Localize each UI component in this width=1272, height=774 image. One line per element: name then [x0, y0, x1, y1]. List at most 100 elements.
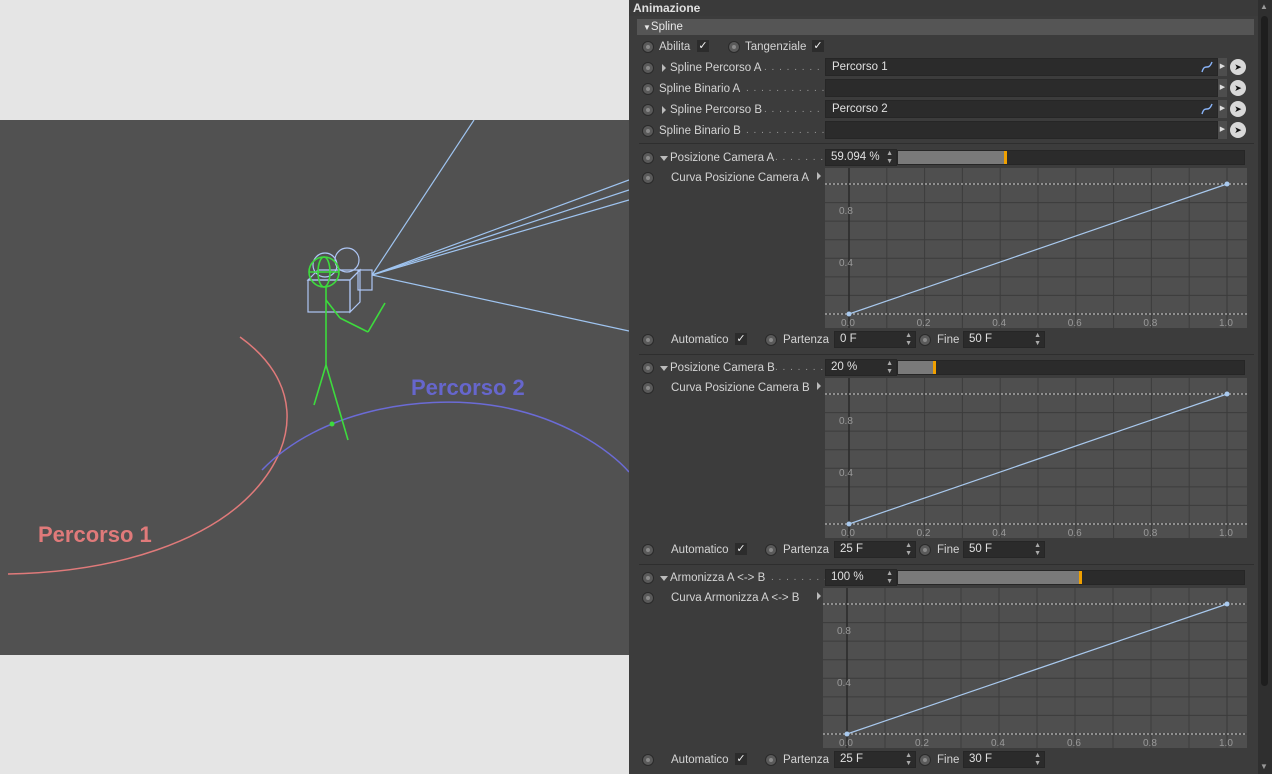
spline-percorso-b-label: Spline Percorso B — [670, 104, 763, 116]
partenza-a-anim-toggle[interactable] — [765, 334, 777, 346]
spline-binario-a-field[interactable] — [825, 79, 1218, 97]
partenza-h-anim-toggle[interactable] — [765, 754, 777, 766]
automatico-a-checkbox[interactable]: ✓ — [735, 333, 747, 345]
automatico-h-anim-toggle[interactable] — [642, 754, 654, 766]
spin-arrows-icon[interactable]: ▲ ▼ — [1034, 752, 1041, 767]
pick-object-button[interactable]: ➤ — [1230, 122, 1246, 138]
posizione-camera-b-slider[interactable] — [897, 360, 1245, 375]
panel-scrollbar[interactable]: ▲ ▼ — [1258, 0, 1272, 774]
label-dots: . . . . . . . . . . — [771, 572, 825, 583]
slider-fill — [898, 571, 1081, 584]
automatico-b-checkbox[interactable]: ✓ — [735, 543, 747, 555]
curve-start-point — [846, 521, 852, 527]
scroll-down-icon[interactable]: ▼ — [1260, 762, 1268, 771]
x-tick-label: 1.0 — [1219, 738, 1233, 748]
curve-menu-arrow-icon[interactable] — [817, 382, 821, 390]
link-menu-button[interactable]: ▶ — [1218, 79, 1227, 97]
scroll-thumb[interactable] — [1261, 16, 1268, 686]
link-menu-button[interactable]: ▶ — [1218, 100, 1227, 118]
automatico-h-checkbox[interactable]: ✓ — [735, 753, 747, 765]
spline-binario-b-anim-toggle[interactable] — [642, 125, 654, 137]
spline-percorso-b-field[interactable]: Percorso 2 — [825, 100, 1218, 118]
spin-arrows-icon[interactable]: ▲ ▼ — [886, 150, 893, 165]
label-dots: . . . . . . . . . . . . . . — [746, 83, 824, 94]
fine-b-input[interactable]: 50 F ▲ ▼ — [963, 541, 1045, 558]
posizione-camera-a-value: 59.094 % — [831, 151, 880, 163]
fine-a-anim-toggle[interactable] — [919, 334, 931, 346]
tangenziale-checkbox[interactable]: ✓ — [812, 40, 824, 52]
automatico-b-anim-toggle[interactable] — [642, 544, 654, 556]
posizione-camera-b-input[interactable]: 20 % ▲ ▼ — [825, 359, 897, 376]
link-menu-button[interactable]: ▶ — [1218, 121, 1227, 139]
curva-armonizza-graph[interactable]: 0.8 0.4 0.0 0.2 0.4 0.6 0.8 1.0 — [823, 588, 1247, 748]
slider-knob[interactable] — [933, 361, 936, 374]
x-tick-label: 1.0 — [1219, 528, 1233, 538]
3d-viewport[interactable]: Percorso 1 Percorso 2 — [0, 120, 629, 655]
curva-armonizza-anim-toggle[interactable] — [642, 592, 654, 604]
spline-binario-b-field[interactable] — [825, 121, 1218, 139]
x-tick-label: 0.0 — [839, 738, 853, 748]
partenza-a-value: 0 F — [840, 333, 857, 345]
x-tick-label: 1.0 — [1219, 318, 1233, 328]
spline-percorso-a-label: Spline Percorso A — [670, 62, 762, 74]
automatico-b-label: Automatico — [671, 544, 729, 556]
curva-posizione-b-anim-toggle[interactable] — [642, 382, 654, 394]
spin-arrows-icon[interactable]: ▲ ▼ — [886, 360, 893, 375]
pick-object-button[interactable]: ➤ — [1230, 59, 1246, 75]
y-tick-label: 0.4 — [837, 678, 851, 689]
spin-arrows-icon[interactable]: ▲ ▼ — [886, 570, 893, 585]
x-tick-label: 0.0 — [841, 528, 855, 538]
posizione-camera-a-input[interactable]: 59.094 % ▲ ▼ — [825, 149, 897, 166]
spin-arrows-icon[interactable]: ▲ ▼ — [1034, 542, 1041, 557]
collapse-arrow-icon[interactable] — [660, 156, 668, 161]
fine-a-input[interactable]: 50 F ▲ ▼ — [963, 331, 1045, 348]
link-menu-button[interactable]: ▶ — [1218, 58, 1227, 76]
spin-arrows-icon[interactable]: ▲ ▼ — [905, 752, 912, 767]
path-1-label: Percorso 1 — [38, 522, 152, 547]
y-tick-label: 0.8 — [839, 206, 853, 217]
tangenziale-anim-toggle[interactable] — [728, 41, 740, 53]
spline-icon — [1201, 61, 1213, 73]
expand-arrow-icon[interactable] — [662, 106, 666, 114]
spin-arrows-icon[interactable]: ▲ ▼ — [1034, 332, 1041, 347]
partenza-a-input[interactable]: 0 F ▲ ▼ — [834, 331, 916, 348]
scroll-up-icon[interactable]: ▲ — [1260, 2, 1268, 11]
slider-knob[interactable] — [1004, 151, 1007, 164]
spline-percorso-a-anim-toggle[interactable] — [642, 62, 654, 74]
expand-arrow-icon[interactable] — [662, 64, 666, 72]
slider-fill — [898, 361, 935, 374]
automatico-a-anim-toggle[interactable] — [642, 334, 654, 346]
curve-menu-arrow-icon[interactable] — [817, 172, 821, 180]
pick-object-button[interactable]: ➤ — [1230, 101, 1246, 117]
partenza-h-input[interactable]: 25 F ▲ ▼ — [834, 751, 916, 768]
spline-percorso-b-anim-toggle[interactable] — [642, 104, 654, 116]
spline-group-header[interactable]: ▼Spline — [637, 19, 1254, 35]
slider-knob[interactable] — [1079, 571, 1082, 584]
fine-h-input[interactable]: 30 F ▲ ▼ — [963, 751, 1045, 768]
x-tick-label: 0.8 — [1143, 318, 1157, 328]
spline-binario-a-anim-toggle[interactable] — [642, 83, 654, 95]
partenza-b-anim-toggle[interactable] — [765, 544, 777, 556]
partenza-b-input[interactable]: 25 F ▲ ▼ — [834, 541, 916, 558]
armonizza-input[interactable]: 100 % ▲ ▼ — [825, 569, 897, 586]
collapse-arrow-icon[interactable] — [660, 366, 668, 371]
abilita-anim-toggle[interactable] — [642, 41, 654, 53]
collapse-arrow-icon[interactable] — [660, 576, 668, 581]
fine-b-anim-toggle[interactable] — [919, 544, 931, 556]
spin-arrows-icon[interactable]: ▲ ▼ — [905, 542, 912, 557]
spline-percorso-a-field[interactable]: Percorso 1 — [825, 58, 1218, 76]
curva-posizione-a-graph[interactable]: 0.8 0.4 0.0 0.2 0.4 0.6 0.8 1.0 — [825, 168, 1247, 328]
armonizza-slider[interactable] — [897, 570, 1245, 585]
fine-h-anim-toggle[interactable] — [919, 754, 931, 766]
posizione-camera-b-anim-toggle[interactable] — [642, 362, 654, 374]
armonizza-anim-toggle[interactable] — [642, 572, 654, 584]
curva-posizione-a-anim-toggle[interactable] — [642, 172, 654, 184]
spin-arrows-icon[interactable]: ▲ ▼ — [905, 332, 912, 347]
posizione-camera-a-anim-toggle[interactable] — [642, 152, 654, 164]
posizione-camera-a-slider[interactable] — [897, 150, 1245, 165]
curva-posizione-b-graph[interactable]: 0.8 0.4 0.0 0.2 0.4 0.6 0.8 1.0 — [825, 378, 1247, 538]
x-tick-label: 0.6 — [1068, 528, 1082, 538]
pick-object-button[interactable]: ➤ — [1230, 80, 1246, 96]
abilita-checkbox[interactable]: ✓ — [697, 40, 709, 52]
curve-menu-arrow-icon[interactable] — [817, 592, 821, 600]
